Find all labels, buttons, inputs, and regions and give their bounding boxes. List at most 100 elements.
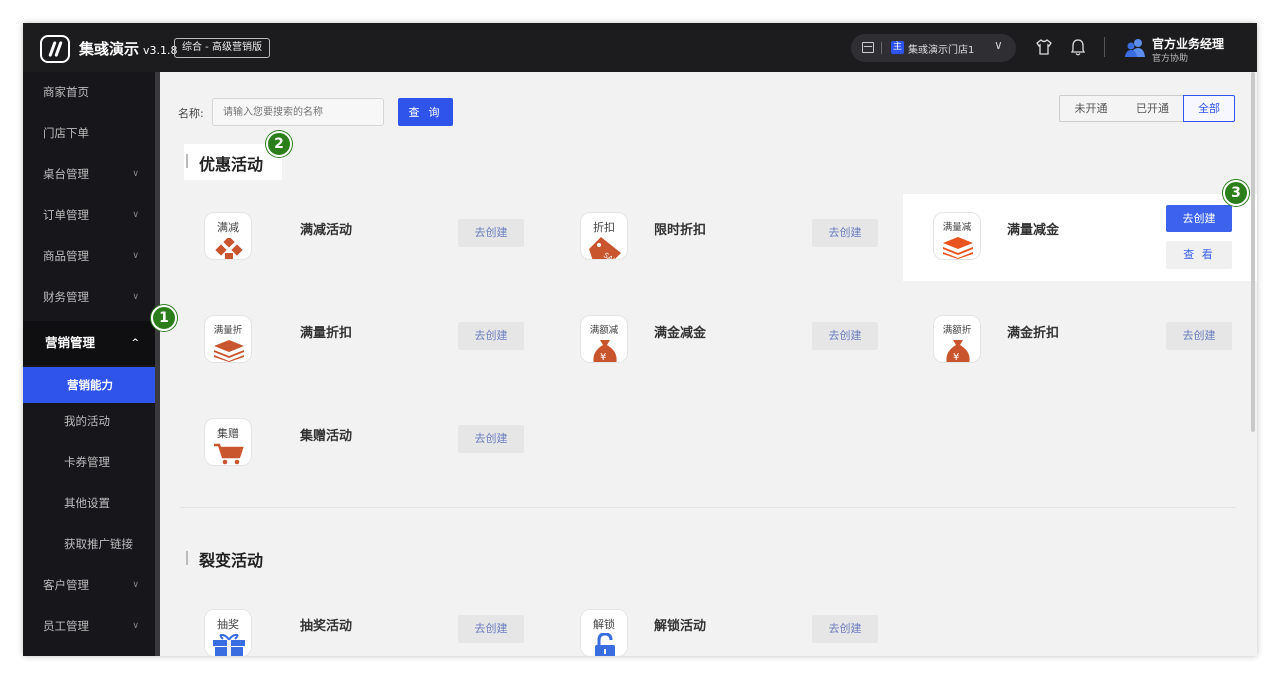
main-scrollbar[interactable] bbox=[1251, 72, 1255, 432]
sidebar-item-label: 营销能力 bbox=[67, 378, 113, 392]
user-group-icon bbox=[1125, 39, 1145, 57]
sidebar-item-store-order[interactable]: 门店下单 bbox=[23, 115, 155, 151]
chevron-down-icon: ∨ bbox=[132, 621, 139, 631]
sidebar-item-label: 商家首页 bbox=[43, 85, 89, 99]
card-name: 解锁活动 bbox=[654, 619, 707, 634]
create-button[interactable]: 去创建 bbox=[1166, 322, 1232, 350]
store-main-badge: 主 bbox=[891, 41, 904, 54]
section-title-discounts: 优惠活动 bbox=[199, 155, 264, 174]
card-name: 满量减金 bbox=[1007, 223, 1060, 238]
card-name: 限时折扣 bbox=[654, 223, 707, 238]
view-button[interactable]: 查 看 bbox=[1166, 241, 1232, 269]
create-button[interactable]: 去创建 bbox=[812, 219, 878, 247]
svg-text:¥: ¥ bbox=[600, 352, 606, 363]
sidebar: 商家首页 门店下单 桌台管理 ∨ 订单管理 ∨ 商品管理 ∨ 财务管理 ∨ 营销管理 ^ … bbox=[23, 72, 166, 656]
sidebar-item-label: 商品管理 bbox=[43, 249, 89, 263]
search-button[interactable]: 查 询 bbox=[398, 98, 453, 126]
section-marker bbox=[186, 551, 188, 565]
step-marker-2: 2 bbox=[266, 131, 292, 157]
app-version: v3.1.8 bbox=[143, 44, 178, 57]
sidebar-item-label: 订单管理 bbox=[43, 208, 89, 222]
sidebar-item-finance[interactable]: 财务管理 ∨ bbox=[23, 279, 155, 315]
sidebar-item-label: 其他设置 bbox=[64, 496, 110, 510]
icon-caption: 解锁 bbox=[593, 618, 615, 631]
top-bar: 集彧演示 v3.1.8 综合 - 高级营销版 主 集彧演示门店1 ∨ 官方业务经理… bbox=[23, 23, 1257, 72]
create-button[interactable]: 去创建 bbox=[458, 219, 524, 247]
filter-opened[interactable]: 已开通 bbox=[1122, 95, 1184, 122]
chevron-down-icon: ∨ bbox=[132, 169, 139, 179]
plan-badge[interactable]: 综合 - 高级营销版 bbox=[174, 38, 270, 58]
sidebar-item-label: 桌台管理 bbox=[43, 167, 89, 181]
money-bag-icon: 满额减 ¥ bbox=[580, 315, 628, 363]
main-content: 名称: 查 询 未开通 已开通 全部 优惠活动 满减 满减活动 去创建 折扣 S… bbox=[160, 72, 1257, 656]
sidebar-item-customers[interactable]: 客户管理 ∨ bbox=[23, 567, 155, 603]
store-name: 集彧演示门店1 bbox=[908, 45, 975, 56]
sidebar-item-label: 获取推广链接 bbox=[64, 537, 133, 551]
section-divider bbox=[180, 507, 1236, 508]
app-logo-icon bbox=[40, 35, 70, 63]
store-selector[interactable]: 主 集彧演示门店1 ∨ bbox=[851, 34, 1016, 62]
store-icon bbox=[862, 42, 874, 53]
sidebar-item-label: 营销管理 bbox=[45, 335, 96, 350]
create-button[interactable]: 去创建 bbox=[458, 425, 524, 453]
sidebar-item-marketing-capability[interactable]: 营销能力 bbox=[23, 367, 166, 403]
card-name: 满减活动 bbox=[300, 223, 353, 238]
chevron-up-icon: ^ bbox=[131, 338, 139, 348]
card-name: 满金折扣 bbox=[1007, 326, 1060, 341]
card-name: 满金减金 bbox=[654, 326, 707, 341]
app-title: 集彧演示 v3.1.8 bbox=[79, 38, 178, 59]
icon-caption: 满额减 bbox=[589, 325, 619, 336]
sidebar-item-products[interactable]: 商品管理 ∨ bbox=[23, 238, 155, 274]
chevron-down-icon: ∨ bbox=[132, 251, 139, 261]
sidebar-item-home[interactable]: 商家首页 bbox=[23, 74, 155, 110]
app-name: 集彧演示 bbox=[79, 40, 140, 58]
sidebar-item-coupons[interactable]: 卡券管理 bbox=[23, 444, 155, 480]
create-button[interactable]: 去创建 bbox=[812, 322, 878, 350]
sidebar-item-label: 财务管理 bbox=[43, 290, 89, 304]
card-name: 满量折扣 bbox=[300, 326, 353, 341]
section-title-fission: 裂变活动 bbox=[199, 551, 264, 570]
gift-icon: 抽奖 bbox=[204, 609, 252, 656]
sidebar-item-marketing[interactable]: 营销管理 ^ bbox=[23, 321, 155, 365]
step-marker-1: 1 bbox=[151, 305, 177, 331]
create-button[interactable]: 去创建 bbox=[458, 615, 524, 643]
icon-caption: 满量减 bbox=[942, 222, 972, 233]
user-role: 官方协助 bbox=[1152, 54, 1189, 64]
card-name: 抽奖活动 bbox=[300, 619, 353, 634]
filter-not-opened[interactable]: 未开通 bbox=[1059, 95, 1123, 122]
sidebar-item-label: 卡券管理 bbox=[64, 455, 110, 469]
filter-all[interactable]: 全部 bbox=[1183, 95, 1235, 122]
unlock-icon: 解锁 bbox=[580, 609, 628, 656]
section-marker bbox=[186, 154, 188, 168]
sidebar-item-label: 我的活动 bbox=[64, 414, 110, 428]
money-bag-icon: 满额折 ¥ bbox=[933, 315, 981, 363]
search-input[interactable] bbox=[212, 98, 384, 126]
sidebar-item-orders[interactable]: 订单管理 ∨ bbox=[23, 197, 155, 233]
icon-caption: 满额折 bbox=[942, 325, 972, 336]
create-button-primary[interactable]: 去创建 bbox=[1166, 205, 1232, 232]
icon-caption: 抽奖 bbox=[217, 618, 239, 631]
create-button[interactable]: 去创建 bbox=[458, 322, 524, 350]
discount-tag-icon: 折扣 SALE bbox=[580, 212, 628, 260]
shirt-icon[interactable] bbox=[1036, 39, 1052, 55]
sidebar-item-promo-link[interactable]: 获取推广链接 bbox=[23, 526, 155, 562]
search-label: 名称: bbox=[178, 107, 204, 120]
sidebar-item-tables[interactable]: 桌台管理 ∨ bbox=[23, 156, 155, 192]
sidebar-item-my-activities[interactable]: 我的活动 bbox=[23, 403, 155, 439]
sidebar-item-staff[interactable]: 员工管理 ∨ bbox=[23, 608, 155, 644]
sidebar-item-other-settings[interactable]: 其他设置 bbox=[23, 485, 155, 521]
icon-caption: 折扣 bbox=[593, 221, 615, 234]
stacked-layers-icon: 满量减 bbox=[933, 212, 981, 260]
chevron-down-icon: ∨ bbox=[994, 38, 1003, 52]
full-reduction-icon: 满减 bbox=[204, 212, 252, 260]
step-marker-3: 3 bbox=[1223, 180, 1249, 206]
icon-caption: 集赠 bbox=[217, 427, 239, 440]
bell-icon[interactable] bbox=[1071, 38, 1085, 56]
create-button[interactable]: 去创建 bbox=[812, 615, 878, 643]
chevron-down-icon: ∨ bbox=[132, 580, 139, 590]
svg-text:¥: ¥ bbox=[953, 352, 959, 363]
shopping-cart-icon: 集赠 bbox=[204, 418, 252, 466]
stacked-layers-icon: 满量折 bbox=[204, 315, 252, 363]
user-name[interactable]: 官方业务经理 bbox=[1152, 35, 1224, 52]
chevron-down-icon: ∨ bbox=[132, 292, 139, 302]
